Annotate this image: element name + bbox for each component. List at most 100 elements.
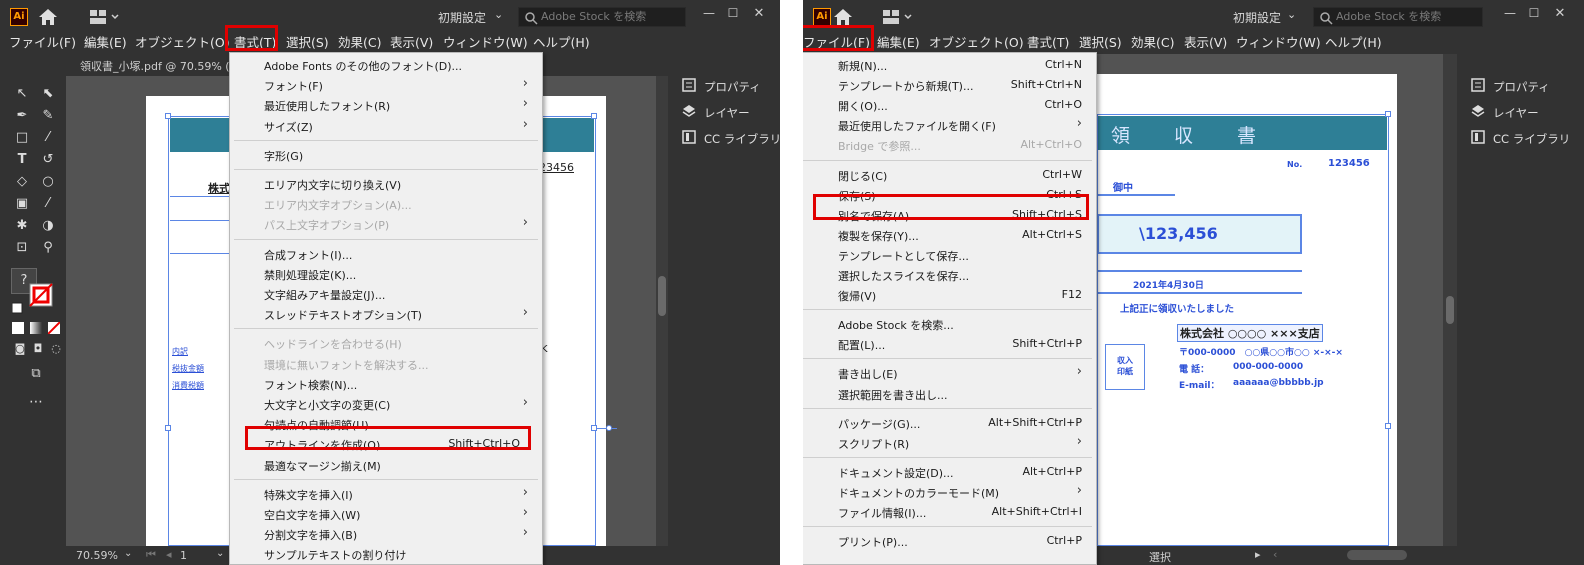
menu-item[interactable]: ファイル情報(I)... Alt+Shift+Ctrl+I bbox=[803, 502, 1096, 522]
menu-item[interactable]: 新規(N)... Ctrl+N bbox=[803, 55, 1096, 75]
arrange-documents-icon[interactable] bbox=[90, 10, 120, 24]
menu-item[interactable]: テンプレートから新規(T)... Shift+Ctrl+N bbox=[803, 75, 1096, 95]
menu-item[interactable]: 字形(G) bbox=[230, 145, 542, 165]
adobe-stock-search-input[interactable]: Adobe Stock を検索 bbox=[1313, 7, 1483, 27]
menu-edit[interactable]: 編集(E) bbox=[877, 32, 920, 51]
minimize-button[interactable]: — bbox=[1501, 6, 1519, 20]
menu-item[interactable]: 選択範囲を書き出し... bbox=[803, 384, 1096, 404]
menu-select[interactable]: 選択(S) bbox=[286, 32, 329, 51]
menu-item[interactable]: 選択したスライスを保存... bbox=[803, 265, 1096, 285]
gradient-tool-icon[interactable]: ▣ bbox=[14, 196, 30, 211]
menu-item[interactable]: 文字組みアキ量設定(J)... bbox=[230, 284, 542, 304]
menu-item[interactable]: ドキュメントのカラーモード(M) › bbox=[803, 482, 1096, 502]
menu-item[interactable]: Adobe Fonts のその他のフォント(D)... bbox=[230, 55, 542, 75]
menu-item[interactable]: 分割文字を挿入(B) › bbox=[230, 524, 542, 544]
properties-panel-tab[interactable]: プロパティ bbox=[1493, 79, 1550, 95]
layers-icon[interactable] bbox=[1471, 104, 1485, 118]
layers-panel-tab[interactable]: レイヤー bbox=[704, 105, 750, 121]
menu-file[interactable]: ファイル(F) bbox=[9, 32, 76, 51]
menu-help[interactable]: ヘルプ(H) bbox=[533, 32, 590, 51]
menu-item[interactable]: プリント(P)... Ctrl+P bbox=[803, 531, 1096, 551]
libraries-icon[interactable] bbox=[1471, 130, 1485, 144]
menu-item[interactable]: Adobe Stock を検索... bbox=[803, 314, 1096, 334]
menu-window[interactable]: ウィンドウ(W) bbox=[1236, 32, 1321, 51]
zoom-level[interactable]: 70.59% bbox=[76, 549, 118, 562]
draw-mode-icon[interactable]: ◙ bbox=[12, 342, 28, 355]
menu-edit[interactable]: 編集(E) bbox=[84, 32, 127, 51]
minimize-button[interactable]: — bbox=[700, 6, 718, 20]
menu-item[interactable]: 配置(L)... Shift+Ctrl+P bbox=[803, 334, 1096, 354]
menu-item[interactable]: スレッドテキストオプション(T) › bbox=[230, 304, 542, 324]
layers-panel-tab[interactable]: レイヤー bbox=[1493, 105, 1539, 121]
menu-item[interactable]: 最近使用したフォント(R) › bbox=[230, 95, 542, 115]
selection-handle[interactable] bbox=[165, 425, 171, 431]
none-swatch-icon[interactable] bbox=[48, 322, 60, 334]
type-tool-icon[interactable]: T bbox=[14, 152, 30, 167]
screen-mode-icon[interactable]: ⧉ bbox=[28, 366, 44, 381]
arrange-documents-icon[interactable] bbox=[883, 10, 913, 24]
layers-icon[interactable] bbox=[682, 104, 696, 118]
menu-type[interactable]: 書式(T) bbox=[1027, 32, 1069, 51]
menu-item[interactable]: 最適なマージン揃え(M) bbox=[230, 455, 542, 475]
menu-view[interactable]: 表示(V) bbox=[1184, 32, 1227, 51]
chevron-down-icon[interactable]: ⌄ bbox=[1287, 8, 1296, 21]
properties-panel-tab[interactable]: プロパティ bbox=[704, 79, 761, 95]
shape-builder-tool-icon[interactable]: ◑ bbox=[40, 218, 56, 233]
menu-item[interactable]: テンプレートとして保存... bbox=[803, 245, 1096, 265]
status-arrow-icon[interactable]: ▸ bbox=[1255, 548, 1261, 561]
home-icon[interactable] bbox=[833, 8, 853, 26]
artboard-tool-icon[interactable]: ⊡ bbox=[14, 240, 30, 255]
menu-item[interactable]: サンプルテキストの割り付け bbox=[230, 544, 542, 564]
horizontal-scrollbar[interactable] bbox=[1347, 550, 1407, 560]
page-number[interactable]: 1 bbox=[180, 549, 187, 562]
scroll-left-icon[interactable]: ‹ bbox=[1273, 548, 1277, 561]
properties-icon[interactable] bbox=[682, 78, 696, 92]
page-dropdown-icon[interactable]: ⌄ bbox=[216, 548, 224, 559]
draw-inside-icon[interactable]: ◌ bbox=[48, 342, 64, 355]
menu-object[interactable]: オブジェクト(O) bbox=[929, 32, 1024, 51]
menu-effect[interactable]: 効果(C) bbox=[338, 32, 381, 51]
direct-selection-tool-icon[interactable]: ⬉ bbox=[40, 86, 56, 101]
cc-libraries-panel-tab[interactable]: CC ライブラリ bbox=[704, 131, 780, 147]
menu-effect[interactable]: 効果(C) bbox=[1131, 32, 1174, 51]
draw-behind-icon[interactable]: ◘ bbox=[30, 342, 46, 355]
menu-item[interactable]: 複製を保存(Y)... Alt+Ctrl+S bbox=[803, 225, 1096, 245]
close-button[interactable]: ✕ bbox=[1551, 6, 1569, 21]
eyedropper-tool-icon[interactable]: ⁄ bbox=[40, 196, 56, 211]
zoom-dropdown-icon[interactable]: ⌄ bbox=[124, 548, 132, 559]
maximize-button[interactable]: ☐ bbox=[1525, 6, 1543, 20]
paintbrush-tool-icon[interactable]: ⁄ bbox=[40, 130, 56, 145]
first-page-icon[interactable]: ⏮ bbox=[146, 548, 156, 562]
menu-item[interactable]: 書き出し(E) › bbox=[803, 363, 1096, 383]
document-tab[interactable]: 領収書_小塚.pdf @ 70.59% (RGB bbox=[80, 58, 253, 74]
scrollbar-thumb[interactable] bbox=[1446, 296, 1454, 324]
selection-handle[interactable] bbox=[1385, 111, 1391, 117]
menu-item[interactable]: 禁則処理設定(K)... bbox=[230, 264, 542, 284]
chevron-down-icon[interactable]: ⌄ bbox=[494, 8, 503, 21]
selection-handle[interactable] bbox=[165, 113, 171, 119]
menu-item[interactable]: パッケージ(G)... Alt+Shift+Ctrl+P bbox=[803, 413, 1096, 433]
menu-object[interactable]: オブジェクト(O) bbox=[135, 32, 230, 51]
workspace-switcher[interactable]: 初期設定 bbox=[438, 9, 486, 26]
adobe-stock-search-input[interactable]: Adobe Stock を検索 bbox=[518, 7, 686, 27]
selection-handle[interactable] bbox=[1385, 423, 1391, 429]
rectangle-tool-icon[interactable]: □ bbox=[14, 130, 30, 145]
menu-view[interactable]: 表示(V) bbox=[390, 32, 433, 51]
canvas-area[interactable]: 領 収 書 No. 123456 御中 \123,456 2021年4月30日 … bbox=[1097, 54, 1443, 546]
cc-libraries-panel-tab[interactable]: CC ライブラリ bbox=[1493, 131, 1570, 147]
menu-item[interactable]: 空白文字を挿入(W) › bbox=[230, 504, 542, 524]
rotate-handle[interactable] bbox=[606, 425, 612, 431]
eraser-tool-icon[interactable]: ◇ bbox=[14, 174, 30, 189]
zoom-tool-icon[interactable]: ⚲ bbox=[40, 240, 56, 255]
menu-item[interactable]: 閉じる(C) Ctrl+W bbox=[803, 165, 1096, 185]
menu-item[interactable]: ドキュメント設定(D)... Alt+Ctrl+P bbox=[803, 462, 1096, 482]
close-button[interactable]: ✕ bbox=[750, 6, 768, 21]
menu-item[interactable]: エリア内文字に切り換え(V) bbox=[230, 174, 542, 194]
selection-tool-icon[interactable]: ↖ bbox=[14, 86, 30, 101]
properties-icon[interactable] bbox=[1471, 78, 1485, 92]
libraries-icon[interactable] bbox=[682, 130, 696, 144]
gradient-swatch-icon[interactable] bbox=[30, 322, 42, 334]
vertical-scrollbar[interactable] bbox=[1443, 54, 1457, 546]
pen-tool-icon[interactable]: ✒ bbox=[14, 108, 30, 123]
more-tools-icon[interactable]: ⋯ bbox=[28, 394, 44, 410]
